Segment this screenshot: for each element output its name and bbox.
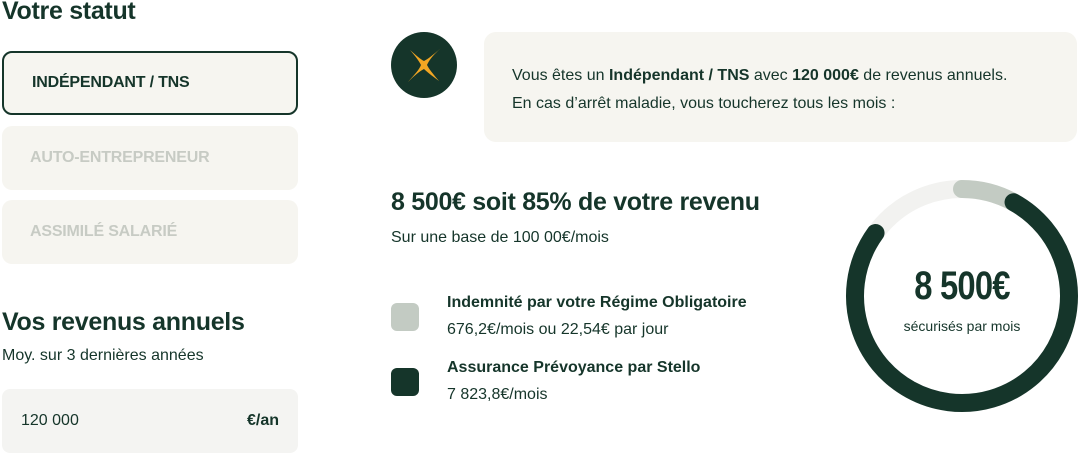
legend-title-regime: Indemnité par votre Régime Obligatoire: [447, 294, 747, 311]
result-base: Sur une base de 100 00€/mois: [391, 229, 609, 246]
info-box: Vous êtes un Indépendant / TNS avec 120 …: [484, 32, 1077, 142]
status-option-independant[interactable]: INDÉPENDANT / TNS: [2, 51, 298, 115]
info-status: Indépendant / TNS: [608, 67, 750, 84]
revenue-title: Vos revenus annuels: [2, 308, 245, 336]
revenue-input-value: 120 000: [21, 412, 79, 429]
info-middle: avec: [749, 67, 793, 84]
sparkle-icon: [391, 32, 457, 98]
info-line-1: Vous êtes un Indépendant / TNS avec 120 …: [512, 62, 1077, 90]
legend-swatch-regime: [391, 303, 419, 331]
info-suffix: de revenus annuels.: [858, 67, 1008, 84]
info-line-2: En cas d’arrêt maladie, vous toucherez t…: [512, 95, 896, 112]
legend-detail-prevoyance: 7 823,8€/mois: [447, 386, 548, 403]
info-prefix: Vous êtes un: [512, 67, 609, 84]
status-option-label: ASSIMILÉ SALARIÉ: [30, 223, 178, 240]
revenue-input[interactable]: 120 000 €/an: [2, 389, 298, 453]
status-title: Votre statut: [2, 0, 136, 25]
status-option-auto-entrepreneur[interactable]: AUTO-ENTREPRENEUR: [2, 126, 298, 190]
info-amount: 120 000€: [792, 67, 859, 84]
revenue-unit: €/an: [246, 412, 279, 429]
gauge-value: 8 500€: [914, 264, 1010, 308]
status-option-label: AUTO-ENTREPRENEUR: [30, 149, 210, 166]
result-headline: 8 500€ soit 85% de votre revenu: [391, 188, 760, 216]
revenue-subtitle: Moy. sur 3 dernières années: [2, 347, 204, 364]
legend-detail-regime: 676,2€/mois ou 22,54€ par jour: [447, 321, 669, 338]
gauge-label: sécurisés par mois: [903, 318, 1021, 334]
legend-title-prevoyance: Assurance Prévoyance par Stello: [447, 359, 701, 376]
legend-swatch-prevoyance: [391, 368, 419, 396]
status-option-label: INDÉPENDANT / TNS: [32, 74, 190, 91]
status-option-assimile-salarie[interactable]: ASSIMILÉ SALARIÉ: [2, 200, 298, 264]
